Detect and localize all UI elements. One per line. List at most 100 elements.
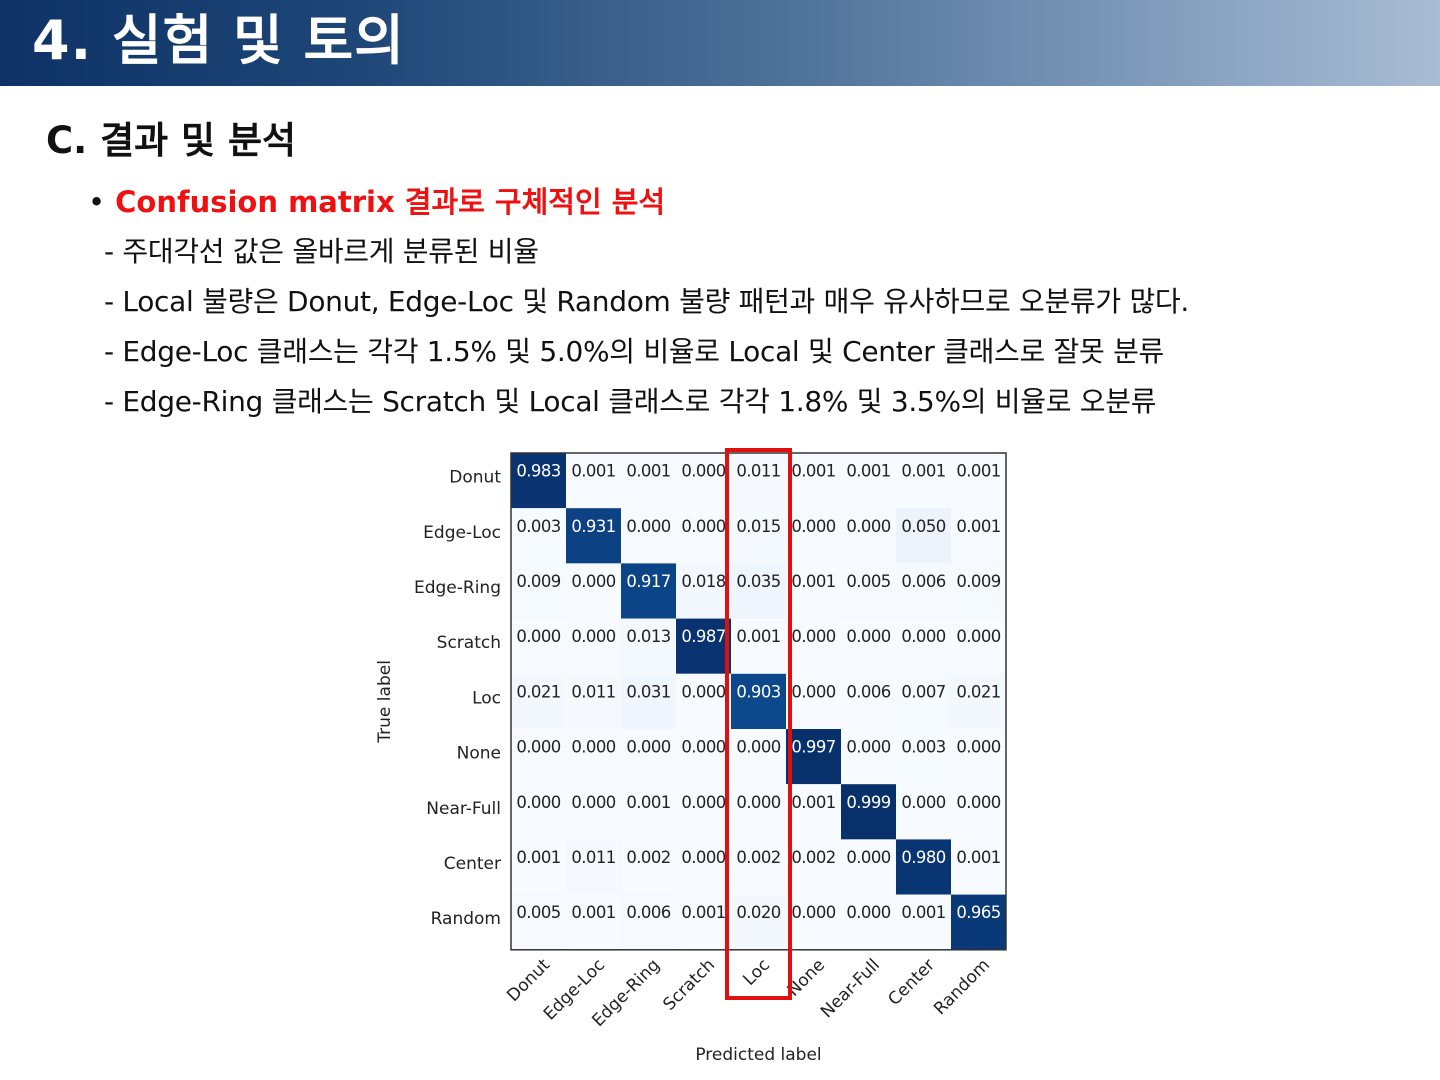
cell-value-label: 0.000 [571, 627, 615, 646]
cell-value-label: 0.903 [736, 682, 780, 701]
cell-value-label: 0.006 [626, 903, 670, 922]
cell-value-label: 0.000 [516, 793, 560, 812]
cell-value-label: 0.983 [516, 462, 560, 481]
cell-value-label: 0.035 [736, 572, 780, 591]
cell-value-label: 0.000 [681, 517, 725, 536]
cell-value-label: 0.000 [681, 682, 725, 701]
cell-value-label: 0.000 [626, 517, 670, 536]
y-tick-label: Scratch [437, 633, 501, 653]
cell-value-label: 0.001 [681, 903, 725, 922]
cell-value-label: 0.001 [791, 462, 835, 481]
x-tick-label: Donut [503, 955, 554, 1006]
y-tick-label: Edge-Loc [423, 523, 501, 543]
cell-value-label: 0.005 [846, 572, 890, 591]
cell-value-label: 0.003 [901, 738, 945, 757]
detail-line-2: - Local 불량은 Donut, Edge-Loc 및 Random 불량 … [104, 285, 1189, 318]
cell-value-label: 0.001 [901, 462, 945, 481]
cell-value-label: 0.997 [791, 738, 835, 757]
cell-value-label: 0.001 [791, 572, 835, 591]
cell-value-label: 0.000 [791, 517, 835, 536]
y-tick-label: Near-Full [426, 799, 501, 819]
bullet-dot: • [88, 185, 106, 219]
cell-value-label: 0.001 [571, 462, 615, 481]
cell-value-label: 0.000 [901, 627, 945, 646]
bullet-text: Confusion matrix 결과로 구체적인 분석 [115, 185, 666, 219]
y-tick-label: Loc [472, 688, 501, 708]
title-bar: 4. 실험 및 토의 [0, 0, 1440, 86]
cell-value-label: 0.000 [736, 793, 780, 812]
x-tick-label: Center [884, 955, 939, 1010]
cell-value-label: 0.000 [681, 848, 725, 867]
cell-value-label: 0.001 [956, 462, 1000, 481]
cell-value-label: 0.000 [956, 793, 1000, 812]
cell-value-label: 0.980 [901, 848, 945, 867]
cell-value-label: 0.000 [516, 627, 560, 646]
cell-value-label: 0.000 [736, 738, 780, 757]
x-tick-label: Near-Full [817, 955, 884, 1022]
cell-value-label: 0.965 [956, 903, 1000, 922]
cell-value-label: 0.000 [681, 793, 725, 812]
cell-value-label: 0.000 [846, 627, 890, 646]
detail-line-3: - Edge-Loc 클래스는 각각 1.5% 및 5.0%의 비율로 Loca… [104, 335, 1164, 368]
cell-value-label: 0.000 [846, 848, 890, 867]
cell-value-label: 0.000 [791, 903, 835, 922]
cell-value-label: 0.021 [516, 682, 560, 701]
y-tick-label: None [457, 744, 501, 764]
cell-value-label: 0.000 [681, 738, 725, 757]
cell-value-label: 0.000 [516, 738, 560, 757]
cell-value-label: 0.001 [791, 793, 835, 812]
x-tick-label: Scratch [659, 955, 719, 1015]
cell-value-label: 0.007 [901, 682, 945, 701]
cell-value-label: 0.009 [956, 572, 1000, 591]
y-tick-label: Center [444, 854, 501, 874]
y-tick-label: Random [431, 909, 501, 929]
cell-value-label: 0.011 [736, 462, 780, 481]
cell-value-label: 0.999 [846, 793, 890, 812]
cell-value-label: 0.000 [846, 903, 890, 922]
cell-value-label: 0.001 [956, 517, 1000, 536]
cell-value-label: 0.015 [736, 517, 780, 536]
cell-value-label: 0.002 [791, 848, 835, 867]
cell-value-label: 0.006 [846, 682, 890, 701]
section-heading: C. 결과 및 분석 [46, 119, 297, 162]
cell-value-label: 0.031 [626, 682, 670, 701]
cell-value-label: 0.001 [516, 848, 560, 867]
confusion-matrix-chart: 0.983 0.001 0.001 0.000 0.011 0.001 0.001 0.001… [375, 448, 1007, 1065]
cell-value-label: 0.002 [626, 848, 670, 867]
cell-value-label: 0.001 [571, 903, 615, 922]
cell-value-label: 0.009 [516, 572, 560, 591]
y-axis-title: True label [375, 660, 395, 744]
cell-value-label: 0.020 [736, 903, 780, 922]
slide-title: 4. 실험 및 토의 [32, 9, 405, 72]
x-tick-label: Loc [739, 955, 774, 990]
cell-value-label: 0.006 [901, 572, 945, 591]
cell-value-label: 0.987 [681, 627, 725, 646]
cell-value-label: 0.000 [626, 738, 670, 757]
cell-value-label: 0.917 [626, 572, 670, 591]
bullet-item: • Confusion matrix 결과로 구체적인 분석 [88, 182, 665, 222]
cell-value-label: 0.050 [901, 517, 945, 536]
y-tick-label: Edge-Ring [414, 578, 501, 598]
cell-value-label: 0.011 [571, 682, 615, 701]
cell-value-label: 0.001 [846, 462, 890, 481]
cell-value-label: 0.000 [846, 738, 890, 757]
cell-value-label: 0.000 [791, 682, 835, 701]
cell-value-label: 0.000 [901, 793, 945, 812]
detail-line-4: - Edge-Ring 클래스는 Scratch 및 Local 클래스로 각각… [104, 385, 1157, 418]
cell-value-label: 0.011 [571, 848, 615, 867]
cell-value-label: 0.931 [571, 517, 615, 536]
cell-value-label: 0.000 [681, 462, 725, 481]
cell-value-label: 0.000 [791, 627, 835, 646]
cell-value-label: 0.001 [901, 903, 945, 922]
cell-value-label: 0.000 [846, 517, 890, 536]
cell-value-label: 0.001 [626, 793, 670, 812]
detail-line-1: - 주대각선 값은 올바르게 분류된 비율 [104, 235, 539, 268]
cell-value-label: 0.003 [516, 517, 560, 536]
cell-value-label: 0.018 [681, 572, 725, 591]
x-tick-label: Random [930, 955, 994, 1019]
cell-value-label: 0.005 [516, 903, 560, 922]
y-tick-label: Donut [449, 468, 501, 488]
cell-value-label: 0.000 [571, 793, 615, 812]
cell-value-label: 0.001 [956, 848, 1000, 867]
cell-value-label: 0.013 [626, 627, 670, 646]
